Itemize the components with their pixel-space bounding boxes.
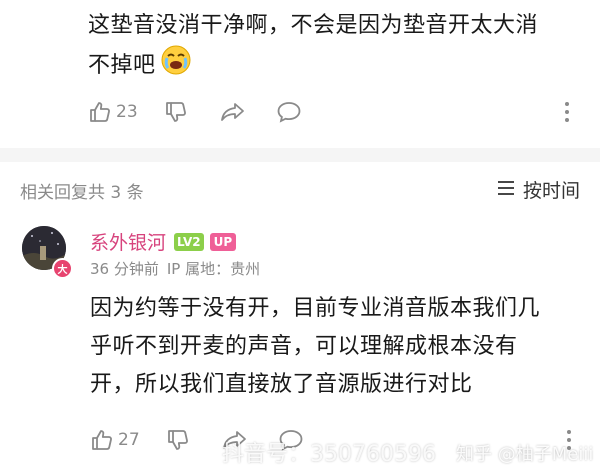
ip-label: IP 属地： [166, 260, 231, 278]
reply-body: 因为约等于没有开，目前专业消音版本我们几 乎听不到开麦的声音，可以理解成根本没有… [90, 290, 590, 404]
avatar-container[interactable]: 大 [22, 226, 73, 279]
thumbs-up-icon [90, 428, 114, 452]
section-divider [0, 148, 600, 162]
sort-by-time-button[interactable]: 按时间 [497, 176, 580, 203]
reply-like-count: 27 [118, 430, 140, 450]
reply-dislike-button[interactable] [166, 428, 190, 452]
douyin-watermark: 抖音号：350760596 [196, 436, 436, 468]
reply-button[interactable] [276, 100, 302, 124]
ip-location: 贵州 [230, 260, 261, 278]
username[interactable]: 系外银河 [90, 228, 166, 255]
reply-count-label: 相关回复共 3 条 [20, 183, 144, 203]
reply-time: 36 分钟前 [90, 260, 159, 278]
reply-author-row: 系外银河 LV2 UP [90, 228, 237, 255]
comment-bubble-icon [276, 100, 302, 124]
avatar-badge-text: 大 [57, 265, 68, 276]
like-count: 23 [116, 102, 138, 122]
douyin-id: 抖音号：350760596 [222, 442, 436, 467]
up-badge: UP [209, 232, 237, 251]
more-options-icon[interactable] [564, 102, 570, 122]
sort-label: 按时间 [522, 180, 580, 202]
reply-meta: 36 分钟前 IP 属地： 贵州 [90, 258, 260, 279]
thumbs-down-icon [166, 428, 190, 452]
zhihu-watermark: 知乎 @柚子Meiii [456, 444, 594, 465]
douyin-logo-icon [196, 439, 216, 465]
top-comment-line-2: 不掉吧 [88, 53, 156, 78]
reply-line-1: 因为约等于没有开，目前专业消音版本我们几 [90, 296, 541, 321]
dislike-button[interactable] [164, 100, 188, 124]
list-icon [497, 179, 515, 201]
share-arrow-icon [220, 100, 246, 124]
face-with-tears-emoji [160, 44, 192, 88]
thumbs-down-icon [164, 100, 188, 124]
reply-line-3: 开，所以我们直接放了音源版进行对比 [90, 372, 473, 397]
reply-like-button[interactable]: 27 [90, 428, 140, 452]
avatar-vip-badge: 大 [52, 258, 73, 279]
top-comment-line-1: 这垫音没消干净啊，不会是因为垫音开太大消 [88, 13, 539, 38]
top-comment-text: 这垫音没消干净啊，不会是因为垫音开太大消 不掉吧 [88, 8, 588, 88]
level-badge: LV2 [174, 232, 204, 251]
like-button[interactable]: 23 [88, 100, 138, 124]
top-comment-actions: 23 [88, 98, 588, 126]
reply-line-2: 乎听不到开麦的声音，可以理解成根本没有 [90, 334, 518, 359]
share-button[interactable] [220, 100, 246, 124]
thumbs-up-icon [88, 100, 112, 124]
